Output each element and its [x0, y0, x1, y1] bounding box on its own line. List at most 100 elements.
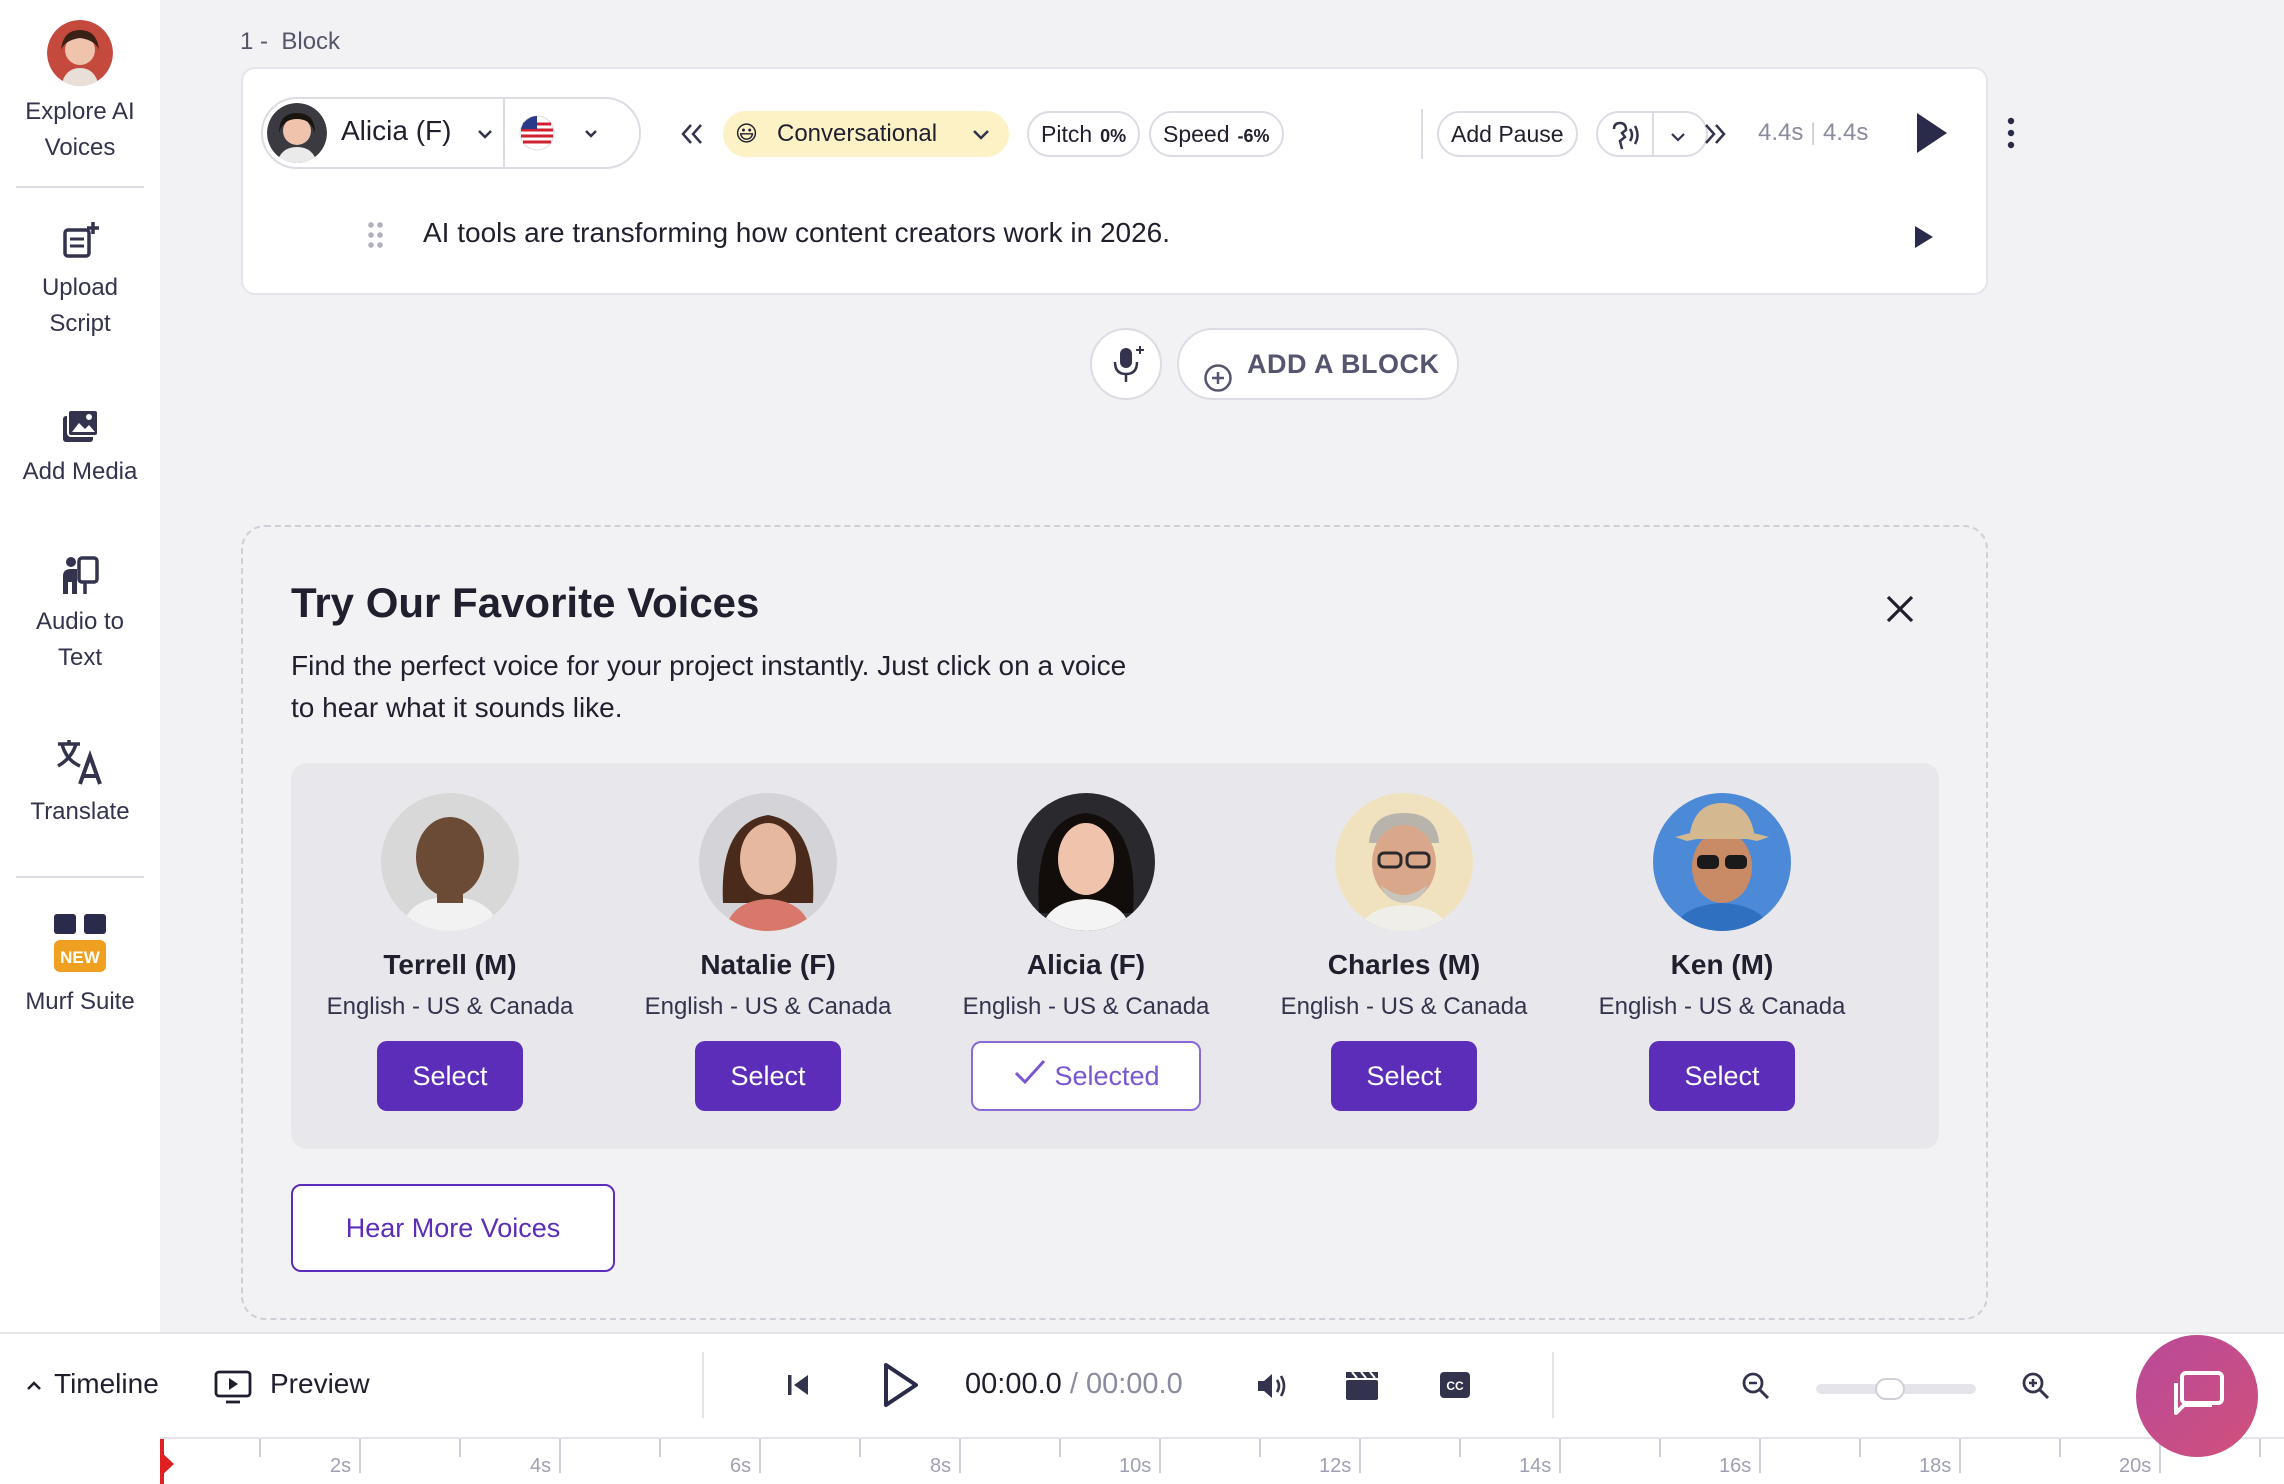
ruler-tick-label: 16s	[1719, 1455, 1752, 1477]
time-separator: |	[1810, 119, 1817, 146]
sidebar-item-murf-suite[interactable]: NEW Murf Suite	[0, 912, 160, 1020]
chat-support-button[interactable]	[2136, 1335, 2258, 1457]
voice-avatar[interactable]	[1017, 793, 1155, 931]
ruler-tick	[1859, 1439, 1861, 1457]
chevron-down-icon[interactable]	[475, 119, 495, 154]
zoom-out-icon[interactable]	[1740, 1370, 1772, 1407]
add-block-button[interactable]: ADD A BLOCK	[1177, 328, 1459, 400]
preview-toggle[interactable]: Preview	[214, 1368, 384, 1408]
hear-more-voices-button[interactable]: Hear More Voices	[291, 1184, 615, 1272]
ruler-tick	[559, 1439, 561, 1473]
voice-language: English - US & Canada	[644, 993, 892, 1020]
voice-language: English - US & Canada	[1598, 993, 1846, 1020]
sidebar-item-audio-to-text[interactable]: Audio to Text	[0, 552, 160, 676]
voice-card-charles: Charles (M) English - US & Canada Select	[1245, 793, 1563, 1111]
add-pause-button[interactable]: Add Pause	[1437, 111, 1578, 157]
add-pause-label: Add Pause	[1451, 121, 1564, 147]
zoom-slider-thumb[interactable]	[1875, 1378, 1905, 1400]
current-time: 00:00.0	[965, 1368, 1062, 1400]
close-icon[interactable]	[1882, 591, 1918, 627]
total-time: 00:00.0	[1085, 1368, 1183, 1400]
chevrons-left-icon[interactable]	[677, 119, 707, 154]
voice-avatar[interactable]	[1335, 793, 1473, 931]
sidebar-item-label: Murf Suite	[25, 988, 135, 1015]
clapperboard-icon[interactable]	[1344, 1368, 1380, 1407]
add-media-icon	[57, 402, 103, 448]
ruler-tick	[2259, 1439, 2261, 1457]
timeline-ruler[interactable]: 2s 4s 6s 8s 10s 12s 14s 16s 18s 20s	[160, 1437, 2284, 1484]
sidebar-divider	[16, 876, 144, 878]
volume-icon[interactable]	[1254, 1370, 1290, 1407]
ruler-tick	[1759, 1439, 1761, 1473]
more-options-icon[interactable]	[2003, 113, 2019, 158]
zoom-in-icon[interactable]	[2020, 1370, 2052, 1407]
voice-avatar	[267, 103, 327, 163]
sidebar-item-translate[interactable]: Translate	[0, 736, 160, 830]
chevron-down-icon	[969, 119, 993, 165]
sidebar-item-add-media[interactable]: Add Media	[0, 402, 160, 490]
voice-avatar[interactable]	[699, 793, 837, 931]
play-block-icon[interactable]	[1911, 109, 1951, 162]
pill-divider	[1652, 113, 1654, 155]
plus-circle-icon	[1203, 350, 1233, 418]
left-sidebar: Explore AI Voices Upload Script Add Medi…	[0, 0, 160, 1332]
skip-back-icon[interactable]	[784, 1370, 812, 1405]
ruler-tick-label: 20s	[2119, 1455, 2152, 1477]
style-selector[interactable]: 😃 Conversational	[723, 111, 1009, 157]
ruler-tick-label: 12s	[1319, 1455, 1352, 1477]
sidebar-item-label: Add Media	[22, 458, 138, 485]
voice-language: English - US & Canada	[1280, 993, 1528, 1020]
play-icon[interactable]	[878, 1360, 922, 1415]
select-voice-button[interactable]: Select	[377, 1041, 523, 1111]
emphasis-control[interactable]	[1596, 111, 1708, 157]
sidebar-item-explore-voices[interactable]: Explore AI Voices	[0, 20, 160, 166]
voice-avatar[interactable]	[1653, 793, 1791, 931]
ruler-tick-label: 2s	[330, 1455, 352, 1477]
avatar-icon	[47, 20, 113, 86]
new-badge: NEW	[60, 948, 100, 967]
time-separator: /	[1069, 1368, 1078, 1400]
chevron-up-icon	[24, 1374, 44, 1403]
preview-label: Preview	[270, 1368, 370, 1399]
voice-card-alicia: Alicia (F) English - US & Canada Selecte…	[927, 793, 1245, 1111]
ruler-tick	[1459, 1439, 1461, 1457]
pitch-control[interactable]: Pitch 0%	[1027, 111, 1141, 157]
voices-row: Terrell (M) English - US & Canada Select…	[291, 763, 1939, 1149]
select-voice-button[interactable]: Select	[1649, 1041, 1795, 1111]
zoom-slider[interactable]	[1816, 1378, 1976, 1400]
ruler-tick	[659, 1439, 661, 1457]
ruler-tick	[1059, 1439, 1061, 1457]
style-emoji-icon: 😃	[735, 121, 758, 146]
toolbar-divider	[1421, 109, 1423, 159]
chevrons-right-icon[interactable]	[1700, 119, 1730, 154]
speed-control[interactable]: Speed -6%	[1149, 111, 1284, 157]
chevron-down-icon[interactable]	[581, 119, 601, 154]
select-voice-button[interactable]: Select	[695, 1041, 841, 1111]
timeline-label: Timeline	[54, 1368, 159, 1399]
sidebar-item-label: Audio to	[35, 608, 125, 635]
sidebar-item-upload-script[interactable]: Upload Script	[0, 218, 160, 342]
selected-voice-button[interactable]: Selected	[971, 1041, 1201, 1111]
voice-card-terrell: Terrell (M) English - US & Canada Select	[291, 793, 609, 1111]
record-voice-button[interactable]	[1090, 328, 1162, 400]
voice-selector[interactable]: Alicia (F)	[261, 97, 641, 169]
play-sentence-icon[interactable]	[1911, 223, 1937, 256]
sidebar-item-label: Text	[57, 644, 102, 671]
playhead-arrow-icon	[160, 1451, 176, 1482]
select-voice-button[interactable]: Select	[1331, 1041, 1477, 1111]
sidebar-item-label: Explore AI	[25, 98, 135, 125]
script-text[interactable]: AI tools are transforming how content cr…	[423, 217, 1170, 249]
ruler-tick-label: 8s	[930, 1455, 952, 1477]
drag-handle-icon[interactable]	[367, 221, 385, 254]
style-label: Conversational	[777, 120, 938, 147]
captions-icon[interactable]: CC	[1438, 1370, 1472, 1405]
check-icon	[1012, 1045, 1048, 1111]
sidebar-divider	[16, 186, 144, 188]
ruler-tick	[1359, 1439, 1361, 1473]
ruler-tick	[259, 1439, 261, 1457]
chat-icon	[2168, 1369, 2228, 1430]
ruler-tick	[1559, 1439, 1561, 1473]
voice-avatar[interactable]	[381, 793, 519, 931]
speed-label: Speed	[1163, 121, 1230, 147]
us-flag-icon[interactable]	[519, 115, 555, 151]
